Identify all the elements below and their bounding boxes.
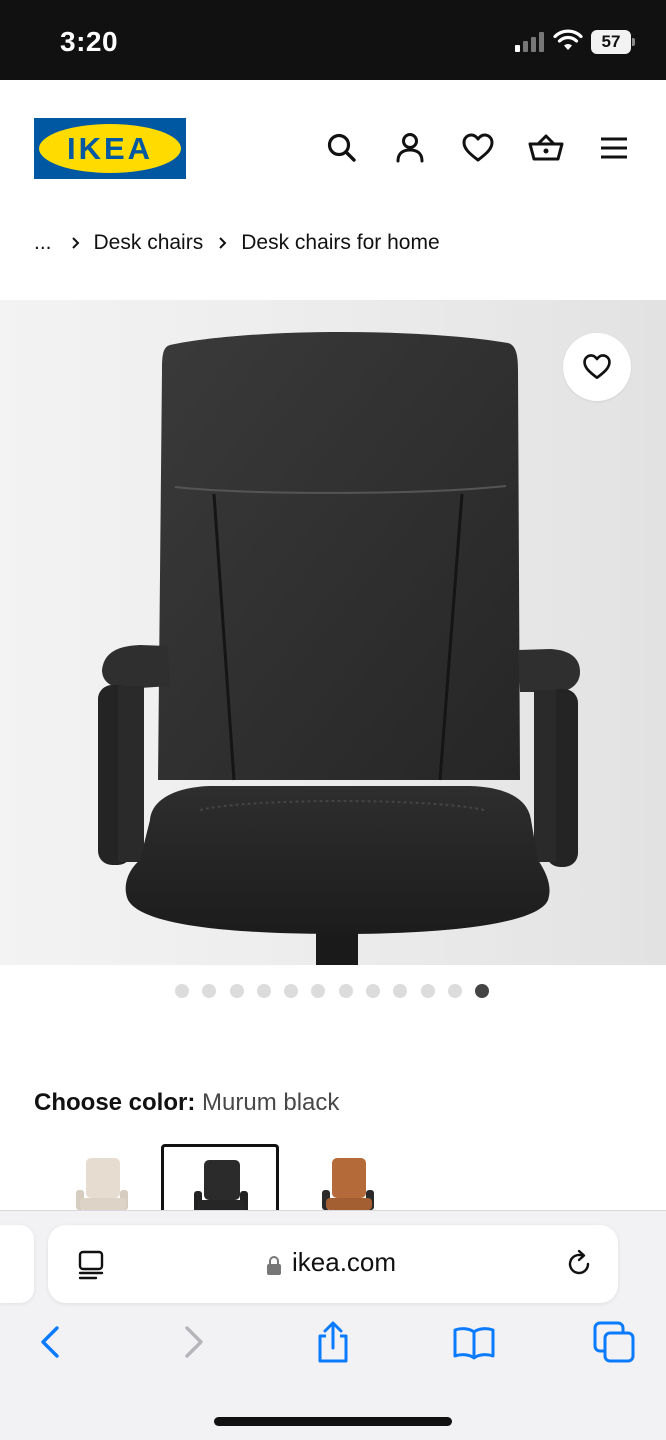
status-bar: 3:20 57: [0, 0, 666, 80]
previous-tab-preview[interactable]: [0, 1225, 34, 1303]
share-icon[interactable]: [311, 1320, 355, 1364]
chair-thumbnail-beige: [76, 1158, 128, 1210]
bookmarks-icon[interactable]: [452, 1320, 496, 1364]
wifi-icon: [553, 29, 583, 50]
forward-icon[interactable]: [172, 1320, 216, 1364]
product-image[interactable]: [0, 300, 666, 965]
chair-thumbnail-brown: [322, 1158, 374, 1210]
menu-icon[interactable]: [596, 130, 632, 166]
carousel-dot[interactable]: [311, 984, 326, 998]
image-carousel-dots[interactable]: [175, 984, 503, 1000]
cart-icon[interactable]: [528, 130, 564, 166]
cellular-signal-icon: [515, 32, 544, 52]
carousel-dot[interactable]: [175, 984, 189, 998]
home-indicator[interactable]: [214, 1417, 452, 1426]
color-chooser-label: Choose color: Murum black: [34, 1089, 339, 1117]
status-time: 3:20: [60, 26, 119, 57]
carousel-dot[interactable]: [202, 984, 217, 998]
chevron-right-icon: [219, 237, 227, 249]
choose-color-label: Choose color:: [34, 1089, 196, 1116]
url-text: ikea.com: [292, 1247, 397, 1277]
tabs-icon[interactable]: [592, 1320, 636, 1364]
carousel-dot[interactable]: [475, 984, 490, 998]
heart-outline-icon: [583, 354, 611, 379]
color-swatch-black[interactable]: [161, 1144, 279, 1214]
breadcrumb: ... Desk chairs Desk chairs for home: [34, 228, 440, 258]
battery-level: 57: [591, 30, 631, 54]
address-bar[interactable]: ikea.com: [48, 1225, 618, 1303]
carousel-dot[interactable]: [393, 984, 408, 998]
heart-icon[interactable]: [460, 130, 496, 166]
desk-chair-image: [98, 331, 580, 965]
carousel-dot[interactable]: [420, 984, 435, 998]
carousel-dot[interactable]: [338, 984, 353, 998]
carousel-dot[interactable]: [229, 984, 244, 998]
logo-text: IKEA: [66, 131, 154, 166]
add-to-favorites-button[interactable]: [563, 333, 631, 401]
breadcrumb-ellipsis[interactable]: ...: [34, 231, 52, 255]
search-icon[interactable]: [324, 130, 360, 166]
profile-icon[interactable]: [392, 130, 428, 166]
chair-thumbnail-black: [194, 1160, 248, 1214]
lock-icon: [267, 1256, 281, 1275]
breadcrumb-desk-chairs-for-home[interactable]: Desk chairs for home: [241, 231, 439, 255]
carousel-dot[interactable]: [447, 984, 462, 998]
chevron-right-icon: [71, 237, 79, 249]
selected-color-value: Murum black: [202, 1089, 340, 1116]
carousel-dot[interactable]: [366, 984, 381, 998]
reload-icon[interactable]: [564, 1249, 594, 1279]
color-swatch-beige[interactable]: [42, 1144, 160, 1214]
carousel-dot[interactable]: [284, 984, 299, 998]
back-icon[interactable]: [28, 1320, 72, 1364]
ikea-logo[interactable]: IKEA: [34, 118, 186, 179]
reader-mode-icon[interactable]: [76, 1249, 106, 1281]
site-header: IKEA: [0, 80, 666, 220]
battery-icon: 57: [591, 30, 635, 54]
carousel-dot[interactable]: [256, 984, 271, 998]
breadcrumb-desk-chairs[interactable]: Desk chairs: [94, 231, 204, 255]
color-swatch-brown[interactable]: [292, 1144, 410, 1214]
